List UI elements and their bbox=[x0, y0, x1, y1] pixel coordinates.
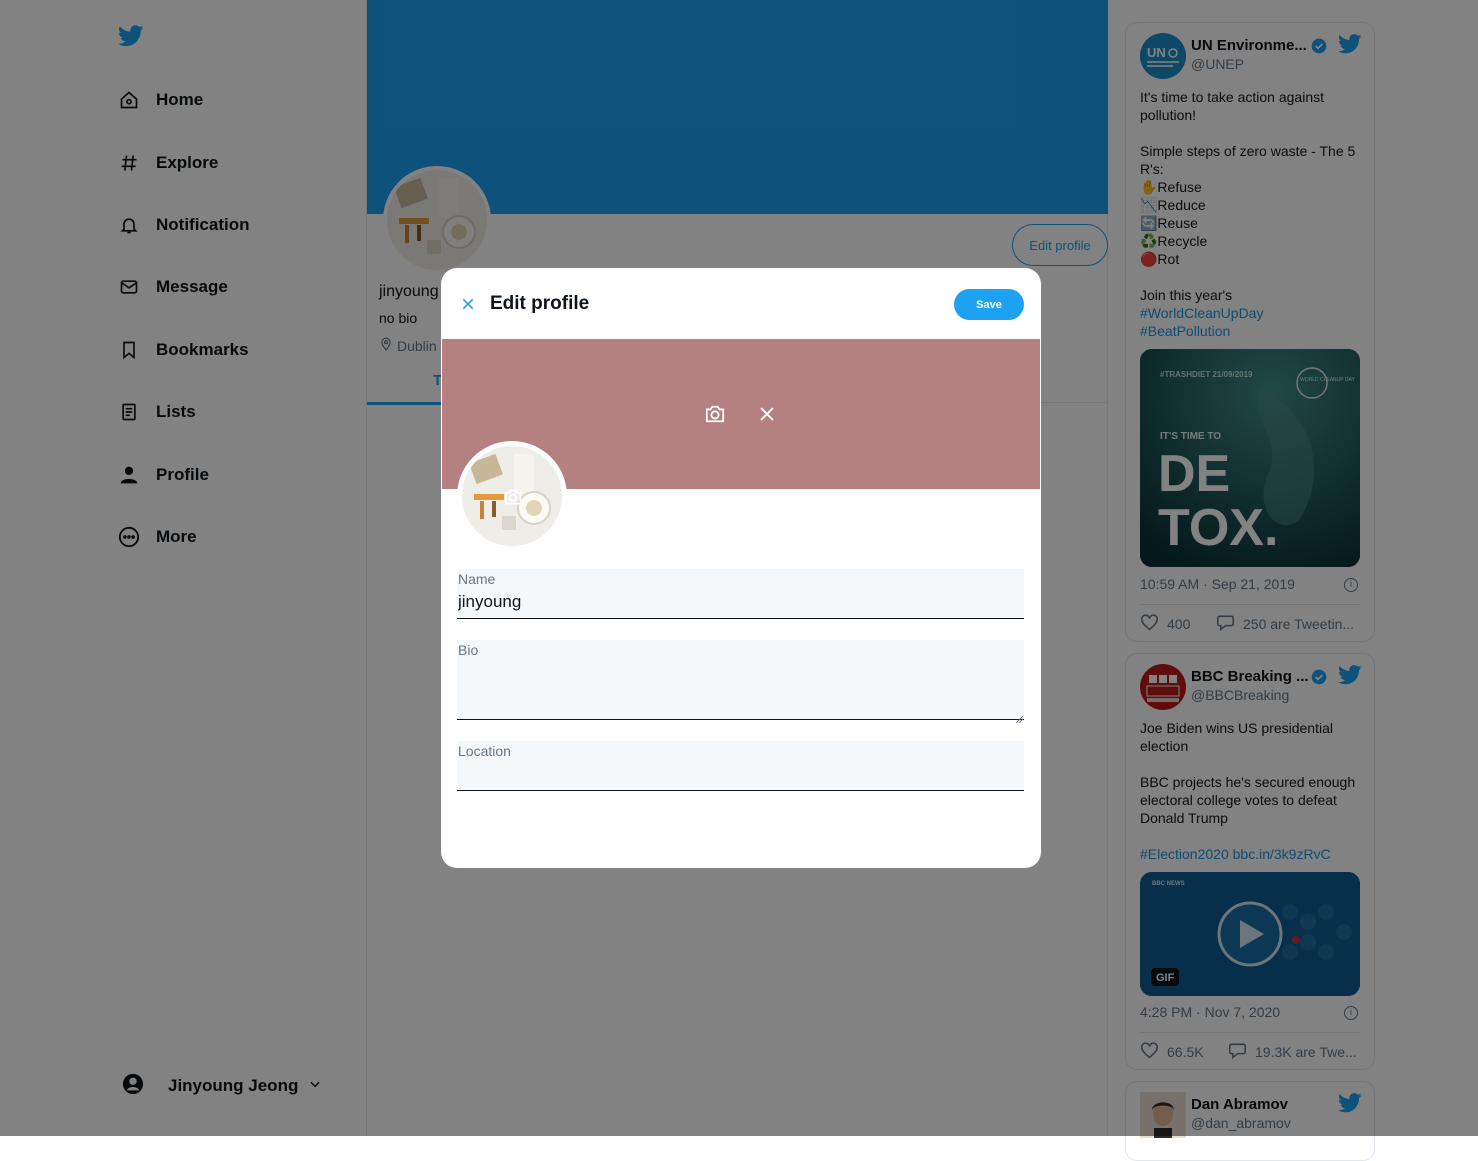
save-button[interactable]: Save bbox=[954, 289, 1024, 320]
remove-header-icon[interactable] bbox=[758, 405, 776, 423]
dialog-title: Edit profile bbox=[490, 293, 590, 314]
location-label: Location bbox=[458, 743, 511, 759]
name-input[interactable] bbox=[458, 592, 998, 612]
bio-label: Bio bbox=[458, 642, 479, 658]
bio-field[interactable]: Bio bbox=[457, 640, 1024, 724]
name-field[interactable]: Name bbox=[457, 569, 1024, 619]
location-input[interactable] bbox=[458, 764, 998, 784]
avatar-camera-icon[interactable] bbox=[503, 488, 523, 506]
name-label: Name bbox=[458, 571, 496, 587]
location-field[interactable]: Location bbox=[457, 741, 1024, 791]
resize-handle-icon[interactable] bbox=[1015, 710, 1024, 724]
camera-icon[interactable] bbox=[704, 404, 726, 424]
close-icon[interactable] bbox=[460, 296, 476, 312]
